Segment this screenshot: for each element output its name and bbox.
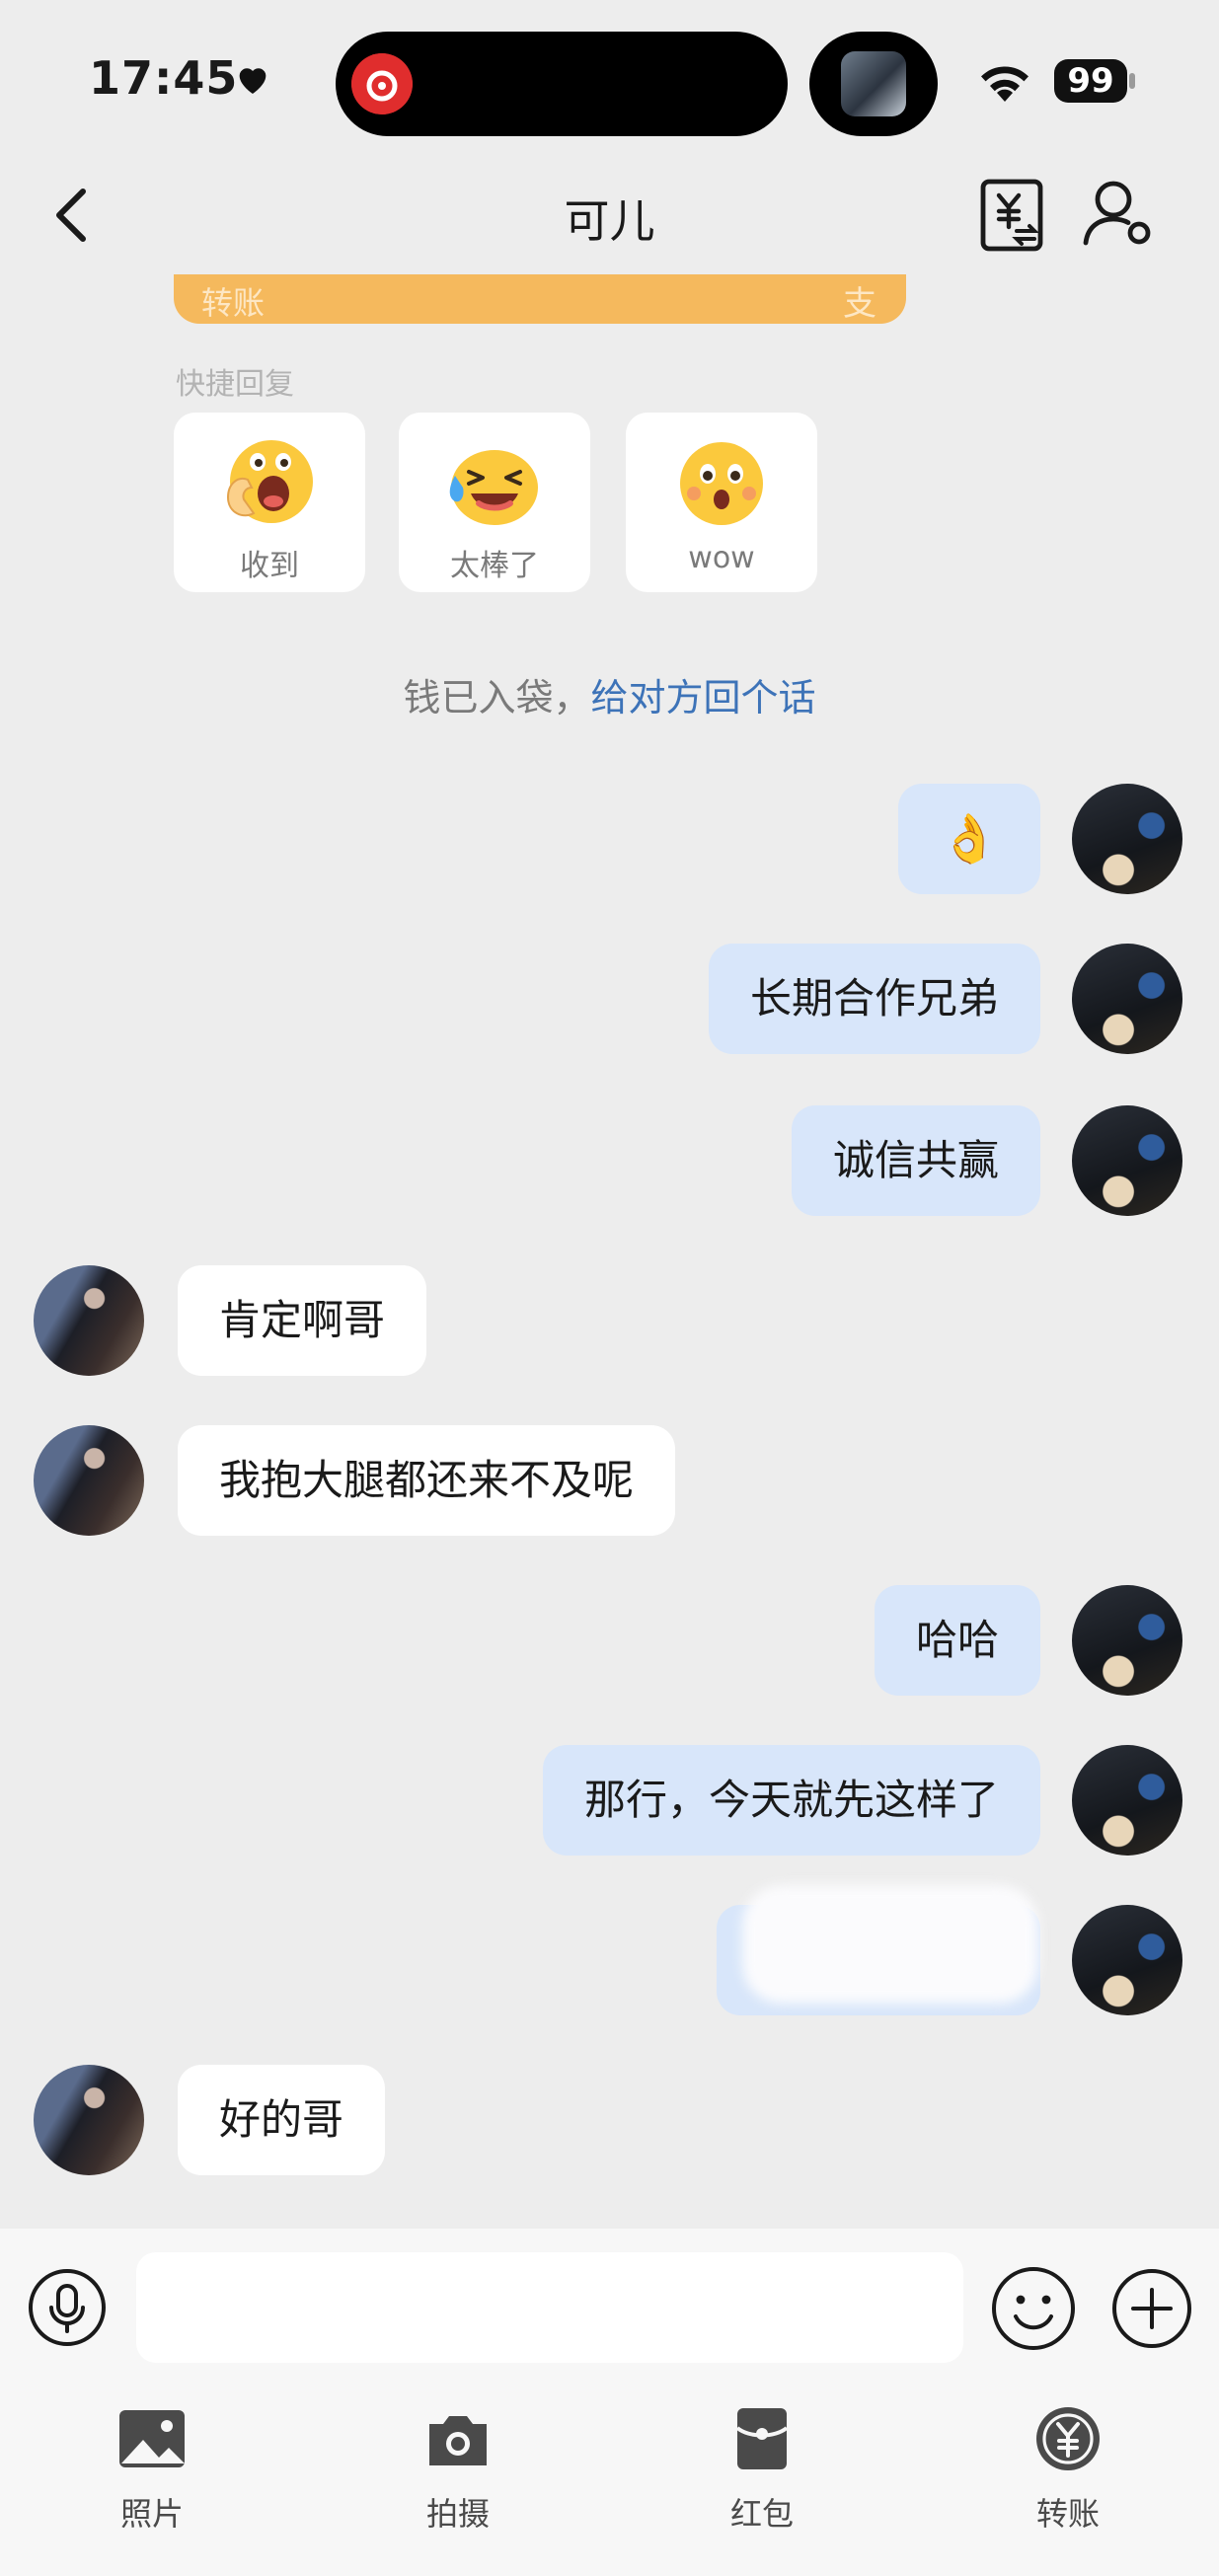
- red-packet-icon: [735, 2408, 789, 2469]
- wifi-icon: [981, 66, 1029, 102]
- message-bubble-mine[interactable]: 那行，今天就先这样了: [542, 1745, 1040, 1856]
- quick-reply-text: 太棒了: [450, 549, 539, 583]
- quick-reply-text: 收到: [240, 549, 299, 583]
- toolbar-label: 转账: [1035, 2495, 1100, 2533]
- message-bubble-theirs[interactable]: 肯定啊哥: [178, 1265, 427, 1376]
- surprised-face-icon: [680, 442, 763, 525]
- toolbar-red-packet[interactable]: 红包: [683, 2404, 841, 2535]
- toolbar-label: 红包: [729, 2495, 794, 2533]
- now-playing-thumbnail[interactable]: [841, 51, 906, 116]
- message-text: 诚信共赢: [832, 1136, 999, 1184]
- laughing-tears-face-icon: [449, 450, 538, 525]
- message-bubble-theirs[interactable]: 我抱大腿都还来不及呢: [178, 1425, 676, 1536]
- status-time: 17:45: [89, 51, 239, 105]
- received-notice-text: 钱已入袋，: [403, 676, 591, 720]
- message-text: 长期合作兄弟: [749, 974, 999, 1023]
- alipay-icon: 支: [843, 284, 876, 324]
- redaction-overlay: [742, 1885, 1038, 2004]
- my-avatar[interactable]: [1072, 784, 1182, 894]
- my-avatar[interactable]: [1072, 1905, 1182, 2015]
- message-text: 肯定啊哥: [219, 1296, 386, 1344]
- emoji-icon[interactable]: [991, 2266, 1076, 2351]
- message-bubble-mine[interactable]: 👌: [898, 784, 1040, 894]
- photo-icon: [119, 2410, 185, 2467]
- transfer-icon: [1036, 2407, 1100, 2470]
- quick-reply-awesome[interactable]: 太棒了: [399, 413, 590, 592]
- contact-avatar[interactable]: [34, 2065, 144, 2175]
- plus-icon[interactable]: [1111, 2268, 1192, 2349]
- message-bubble-mine[interactable]: 诚信共赢: [791, 1105, 1040, 1216]
- battery-tip: [1129, 73, 1135, 89]
- quick-reply-label: 快捷回复: [176, 367, 294, 402]
- transfer-card-label: 转账: [201, 284, 266, 322]
- message-text: 好的哥: [219, 2095, 344, 2144]
- toolbar-photo[interactable]: 照片: [73, 2404, 231, 2535]
- ok-hand-face-icon: [226, 440, 313, 523]
- message-text: 哈哈: [915, 1616, 999, 1664]
- toolbar-label: 拍摄: [425, 2495, 490, 2533]
- my-avatar[interactable]: [1072, 1105, 1182, 1216]
- quick-reply-text: wow: [688, 541, 755, 575]
- message-input[interactable]: [136, 2252, 963, 2363]
- music-app-icon[interactable]: [351, 53, 413, 114]
- quick-reply-received[interactable]: 收到: [174, 413, 365, 592]
- ok-hand-emoji: 👌: [940, 811, 999, 867]
- voice-input-icon[interactable]: [28, 2268, 107, 2347]
- quick-reply-wow[interactable]: wow: [626, 413, 817, 592]
- message-text: 那行，今天就先这样了: [583, 1776, 999, 1824]
- contact-avatar[interactable]: [34, 1425, 144, 1536]
- contact-avatar[interactable]: [34, 1265, 144, 1376]
- my-avatar[interactable]: [1072, 1585, 1182, 1696]
- transfer-record-icon[interactable]: [979, 178, 1044, 253]
- my-avatar[interactable]: [1072, 944, 1182, 1054]
- transfer-card[interactable]: 转账 支: [174, 274, 906, 324]
- battery-level: 99: [1054, 59, 1127, 103]
- toolbar-label: 照片: [119, 2495, 184, 2533]
- heart-icon: [239, 68, 267, 94]
- toolbar-camera[interactable]: 拍摄: [379, 2404, 537, 2535]
- message-bubble-theirs[interactable]: 好的哥: [178, 2065, 386, 2175]
- received-notice: 钱已入袋，给对方回个话: [0, 667, 1219, 721]
- camera-icon: [429, 2416, 487, 2465]
- toolbar-transfer[interactable]: 转账: [989, 2404, 1147, 2535]
- message-bubble-mine[interactable]: 长期合作兄弟: [708, 944, 1040, 1054]
- my-avatar[interactable]: [1072, 1745, 1182, 1856]
- message-bubble-mine[interactable]: 哈哈: [874, 1585, 1040, 1696]
- contact-settings-icon[interactable]: [1082, 178, 1155, 247]
- reply-prompt-link[interactable]: 给对方回个话: [591, 676, 816, 720]
- message-text: 我抱大腿都还来不及呢: [219, 1456, 635, 1504]
